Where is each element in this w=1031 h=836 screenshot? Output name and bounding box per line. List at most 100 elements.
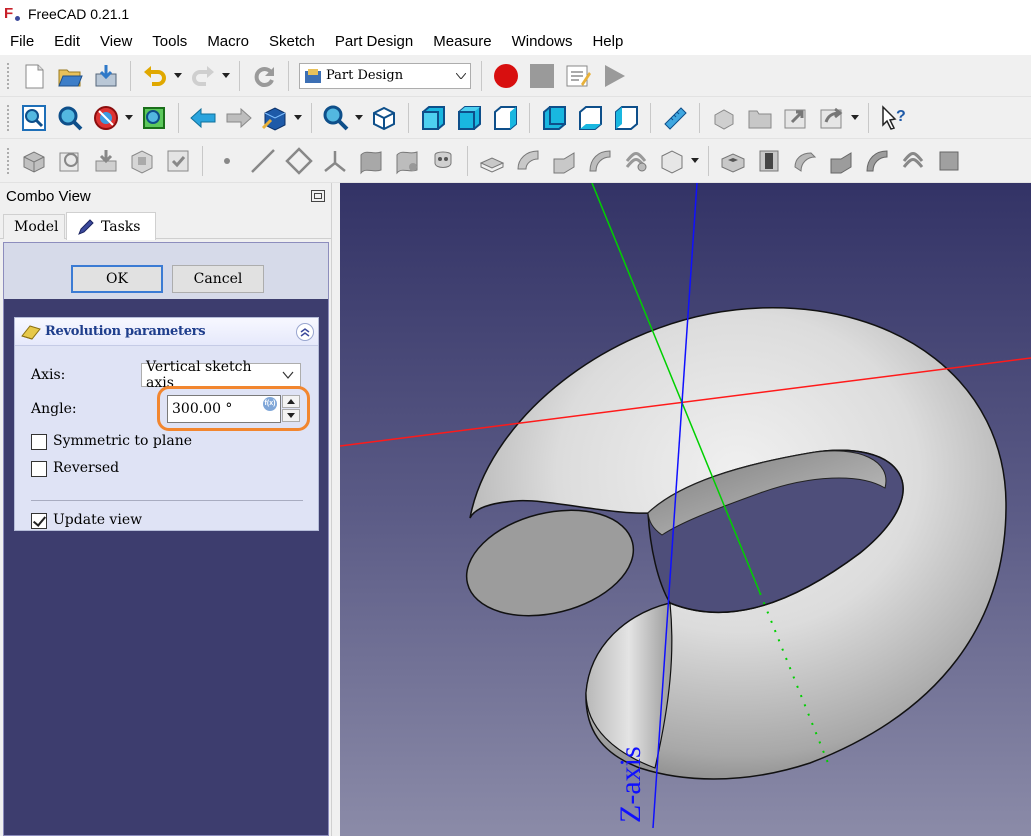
- additive-primitive-dropdown-icon[interactable]: [690, 145, 700, 177]
- cancel-button[interactable]: Cancel: [172, 265, 264, 293]
- right-view-icon[interactable]: [489, 102, 521, 134]
- draw-style-dropdown-icon[interactable]: [124, 102, 134, 134]
- link-actions-icon[interactable]: [816, 102, 848, 134]
- reversed-checkbox[interactable]: [31, 461, 47, 477]
- menu-edit[interactable]: Edit: [44, 28, 90, 55]
- groove-icon[interactable]: [789, 145, 821, 177]
- tab-tasks[interactable]: Tasks: [66, 212, 156, 240]
- create-group-icon[interactable]: [744, 102, 776, 134]
- additive-helix-icon[interactable]: [620, 145, 652, 177]
- back-arrow-icon[interactable]: [187, 102, 219, 134]
- toolbar-grip[interactable]: [6, 103, 10, 132]
- angle-decrement-button[interactable]: [282, 409, 300, 422]
- fit-selection-icon[interactable]: [54, 102, 86, 134]
- menu-part-design[interactable]: Part Design: [325, 28, 423, 55]
- undo-dropdown-icon[interactable]: [173, 60, 183, 92]
- record-macro-icon[interactable]: [490, 60, 522, 92]
- update-view-checkbox[interactable]: [31, 513, 47, 529]
- toolbar-separator: [288, 60, 289, 91]
- menu-file[interactable]: File: [0, 28, 44, 55]
- menu-tools[interactable]: Tools: [142, 28, 197, 55]
- subtractive-helix-icon[interactable]: [897, 145, 929, 177]
- file-toolbar: Part Design: [0, 55, 1031, 97]
- ok-button[interactable]: OK: [71, 265, 163, 293]
- menu-windows[interactable]: Windows: [502, 28, 583, 55]
- toolbar-separator: [202, 145, 203, 176]
- menu-view[interactable]: View: [90, 28, 142, 55]
- collapse-icon[interactable]: [296, 322, 314, 341]
- redo-icon[interactable]: [187, 60, 219, 92]
- datum-plane-icon[interactable]: [283, 145, 315, 177]
- run-macro-icon[interactable]: [598, 60, 630, 92]
- top-view-icon[interactable]: [453, 102, 485, 134]
- tab-model[interactable]: Model: [3, 214, 65, 239]
- expression-icon[interactable]: f(x): [263, 397, 277, 411]
- undo-icon[interactable]: [139, 60, 171, 92]
- refresh-icon[interactable]: [248, 60, 280, 92]
- std-views-dropdown-icon[interactable]: [293, 102, 303, 134]
- whats-this-icon[interactable]: ?: [877, 102, 909, 134]
- create-sketch-icon[interactable]: [54, 145, 86, 177]
- datum-line-icon[interactable]: [247, 145, 279, 177]
- save-icon[interactable]: [90, 60, 122, 92]
- new-document-icon[interactable]: [18, 60, 50, 92]
- zoom-dropdown-icon[interactable]: [354, 102, 364, 134]
- forward-arrow-icon[interactable]: [223, 102, 255, 134]
- fit-all-icon[interactable]: [18, 102, 50, 134]
- redo-dropdown-icon[interactable]: [221, 60, 231, 92]
- subtractive-pipe-icon[interactable]: [861, 145, 893, 177]
- bounding-box-icon[interactable]: [138, 102, 170, 134]
- subshape-binder-icon[interactable]: [391, 145, 423, 177]
- toolbar-grip[interactable]: [6, 61, 10, 90]
- menu-macro[interactable]: Macro: [197, 28, 259, 55]
- rear-view-icon[interactable]: [538, 102, 570, 134]
- additive-pipe-icon[interactable]: [584, 145, 616, 177]
- revolution-parameters-title: Revolution parameters: [45, 324, 206, 339]
- additive-primitive-icon[interactable]: [656, 145, 688, 177]
- open-folder-icon[interactable]: [54, 60, 86, 92]
- menu-measure[interactable]: Measure: [423, 28, 501, 55]
- angle-increment-button[interactable]: [282, 395, 300, 408]
- revolution-icon[interactable]: [512, 145, 544, 177]
- menu-bar: File Edit View Tools Macro Sketch Part D…: [0, 28, 1031, 55]
- measure-distance-icon[interactable]: [659, 102, 691, 134]
- subtractive-loft-icon[interactable]: [825, 145, 857, 177]
- std-views-icon[interactable]: [259, 102, 291, 134]
- axis-select[interactable]: Vertical sketch axis: [141, 359, 301, 391]
- menu-help[interactable]: Help: [582, 28, 633, 55]
- pad-icon[interactable]: [476, 145, 508, 177]
- pocket-icon[interactable]: [717, 145, 749, 177]
- clone-icon[interactable]: [427, 145, 459, 177]
- isometric-view-icon[interactable]: [368, 102, 400, 134]
- check-geometry-icon[interactable]: [162, 145, 194, 177]
- create-body-icon[interactable]: [18, 145, 50, 177]
- create-part-icon[interactable]: [708, 102, 740, 134]
- revolution-cut-face[interactable]: [455, 494, 644, 632]
- undock-icon[interactable]: [311, 190, 325, 202]
- toolbar-grip[interactable]: [6, 146, 10, 175]
- shape-binder-icon[interactable]: [355, 145, 387, 177]
- stop-macro-icon[interactable]: [526, 60, 558, 92]
- symmetric-checkbox[interactable]: [31, 434, 47, 450]
- divider: [31, 500, 303, 501]
- menu-sketch[interactable]: Sketch: [259, 28, 325, 55]
- additive-loft-icon[interactable]: [548, 145, 580, 177]
- front-view-icon[interactable]: [417, 102, 449, 134]
- left-view-icon[interactable]: [610, 102, 642, 134]
- link-dropdown-icon[interactable]: [850, 102, 860, 134]
- bottom-view-icon[interactable]: [574, 102, 606, 134]
- subtractive-primitive-icon[interactable]: [933, 145, 965, 177]
- local-coordinate-system-icon[interactable]: [319, 145, 351, 177]
- validate-sketch-icon[interactable]: [126, 145, 158, 177]
- draw-style-icon[interactable]: [90, 102, 122, 134]
- 3d-viewport[interactable]: Z-axis: [340, 183, 1031, 836]
- workbench-selector[interactable]: Part Design: [299, 62, 471, 89]
- hole-icon[interactable]: [753, 145, 785, 177]
- zoom-icon[interactable]: [320, 102, 352, 134]
- edit-macro-icon[interactable]: [562, 60, 594, 92]
- make-link-icon[interactable]: [780, 102, 812, 134]
- combo-view-tabs: Model Tasks: [0, 209, 331, 240]
- attach-sketch-icon[interactable]: [90, 145, 122, 177]
- revolution-parameters-header[interactable]: Revolution parameters: [15, 318, 318, 346]
- datum-point-icon[interactable]: [211, 145, 243, 177]
